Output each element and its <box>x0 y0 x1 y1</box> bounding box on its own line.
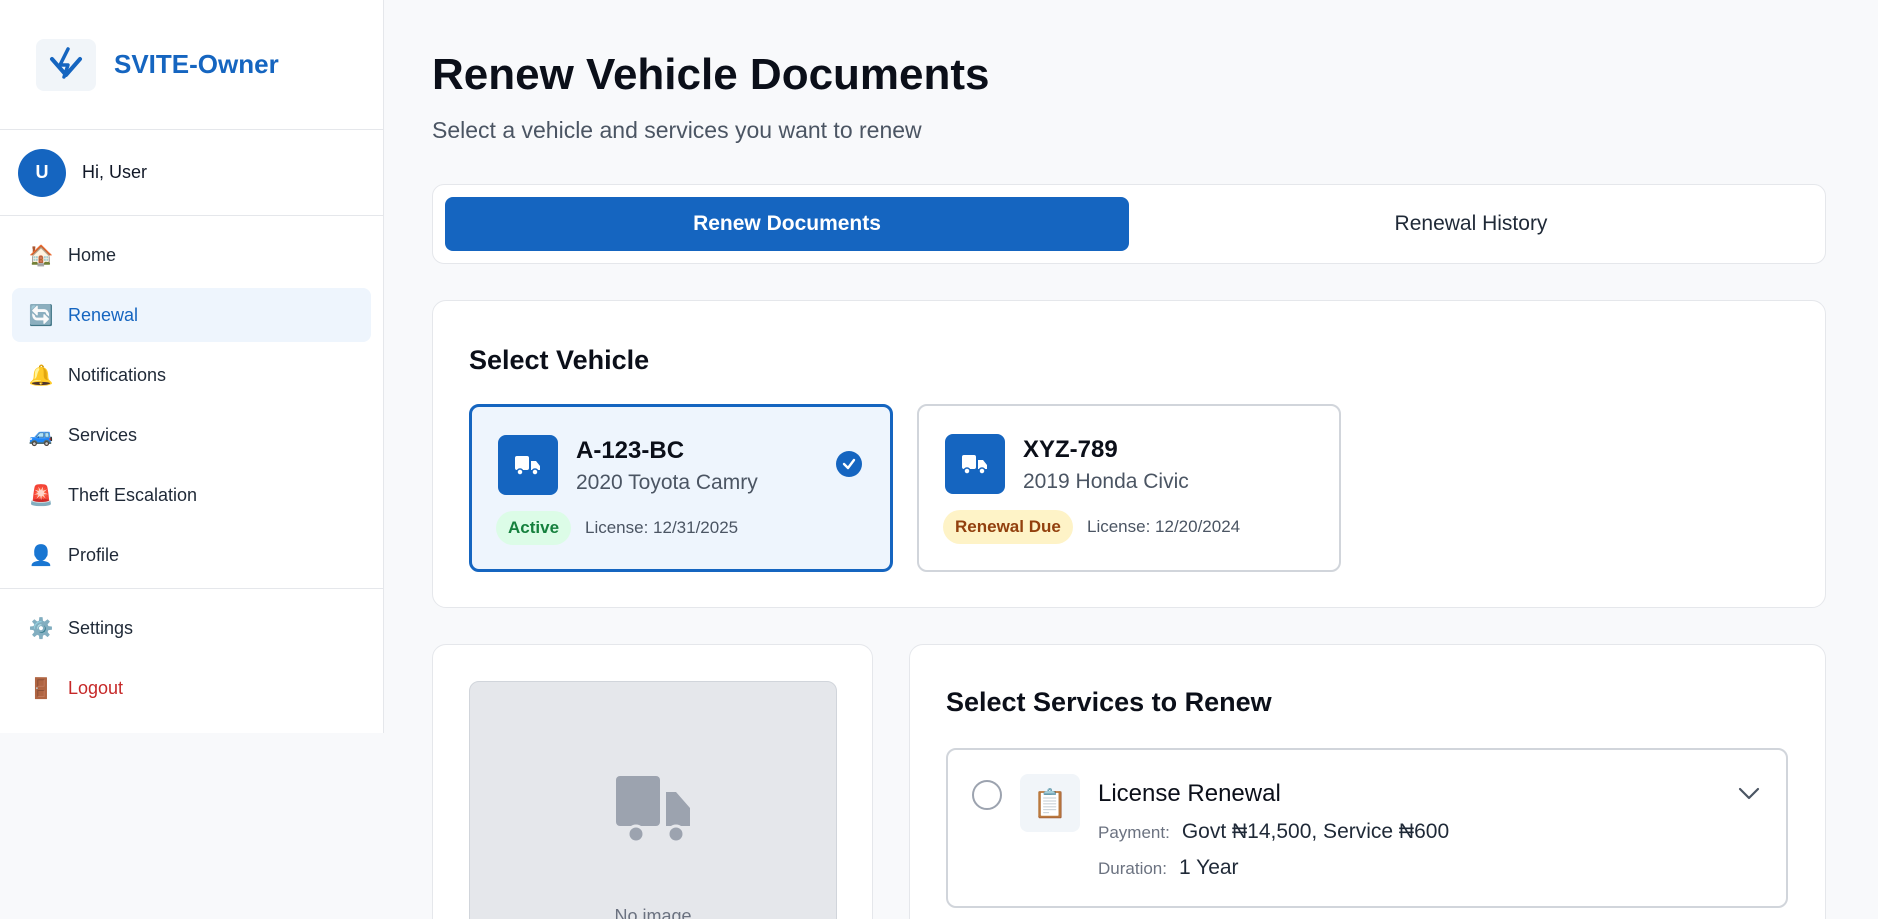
select-vehicle-heading: Select Vehicle <box>469 345 650 375</box>
car-icon: 🚙 <box>28 424 54 447</box>
sidebar-item-label: Theft Escalation <box>68 484 198 505</box>
user-greeting: Hi, User <box>82 162 148 182</box>
clipboard-icon: 📋 <box>1020 774 1080 832</box>
vehicle-plate: A-123-BC <box>576 437 685 464</box>
duration-label: Duration: <box>1098 859 1167 878</box>
license-expiry: License: 12/31/2025 <box>585 518 739 537</box>
vehicle-image-panel: No image <box>432 644 873 919</box>
sidebar-nav: 🏠 Home 🔄 Renewal 🔔 Notifications 🚙 Servi… <box>0 216 383 733</box>
check-icon <box>836 451 862 477</box>
tab-renew-documents[interactable]: Renew Documents <box>445 197 1129 251</box>
service-duration-row: Duration: 1 Year <box>1098 856 1239 880</box>
payment-label: Payment: <box>1098 823 1170 842</box>
license-expiry: License: 12/20/2024 <box>1087 517 1241 536</box>
service-radio[interactable] <box>972 780 1002 810</box>
brand-name: SVITE-Owner <box>114 49 279 79</box>
tab-renewal-history[interactable]: Renewal History <box>1129 197 1813 251</box>
sidebar-item-renewal[interactable]: 🔄 Renewal <box>12 288 371 342</box>
sidebar-item-label: Notifications <box>68 364 167 385</box>
status-badge: Active <box>496 511 572 545</box>
vehicle-model: 2020 Toyota Camry <box>576 471 758 494</box>
brand[interactable]: SVITE-Owner <box>0 0 383 130</box>
vehicle-model: 2019 Honda Civic <box>1023 470 1189 493</box>
vehicle-panel: Select Vehicle A-123-BC 2020 Toyota Camr… <box>432 300 1826 608</box>
brand-logo-icon <box>36 38 96 91</box>
select-services-heading: Select Services to Renew <box>946 687 1272 717</box>
service-card-license-renewal[interactable]: 📋 License Renewal Payment: Govt ₦14,500,… <box>946 748 1788 908</box>
door-icon: 🚪 <box>28 677 54 700</box>
payment-value: Govt ₦14,500, Service ₦600 <box>1181 820 1450 843</box>
status-badge: Renewal Due <box>943 510 1073 544</box>
vehicle-card-a-123-bc[interactable]: A-123-BC 2020 Toyota Camry Active Licens… <box>469 404 893 572</box>
tab-bar: Renew Documents Renewal History <box>432 184 1826 264</box>
user-greeting-row[interactable]: U Hi, User <box>0 130 383 216</box>
service-name: License Renewal <box>1098 780 1281 807</box>
truck-icon <box>614 774 694 849</box>
sidebar-item-profile[interactable]: 👤 Profile <box>12 528 371 582</box>
sidebar: SVITE-Owner U Hi, User 🏠 Home 🔄 Renewal … <box>0 0 384 733</box>
sidebar-item-label: Settings <box>68 617 134 638</box>
bell-icon: 🔔 <box>28 364 54 387</box>
sidebar-item-label: Logout <box>68 677 124 698</box>
renewal-icon: 🔄 <box>28 304 54 327</box>
nav-divider <box>0 588 383 589</box>
sidebar-item-label: Profile <box>68 544 120 565</box>
sidebar-item-theft-escalation[interactable]: 🚨 Theft Escalation <box>12 468 371 522</box>
no-image-text: No image <box>614 906 692 919</box>
siren-icon: 🚨 <box>28 484 54 507</box>
page-title: Renew Vehicle Documents <box>432 50 990 99</box>
sidebar-item-home[interactable]: 🏠 Home <box>12 228 371 282</box>
truck-icon <box>945 434 1005 494</box>
vehicle-card-xyz-789[interactable]: XYZ-789 2019 Honda Civic Renewal Due Lic… <box>917 404 1341 572</box>
sidebar-item-logout[interactable]: 🚪 Logout <box>12 661 371 715</box>
sidebar-item-settings[interactable]: ⚙️ Settings <box>12 601 371 655</box>
sidebar-item-label: Renewal <box>68 304 139 325</box>
service-payment-row: Payment: Govt ₦14,500, Service ₦600 <box>1098 820 1449 844</box>
vehicle-plate: XYZ-789 <box>1023 436 1118 463</box>
home-icon: 🏠 <box>28 244 54 267</box>
profile-icon: 👤 <box>28 544 54 567</box>
chevron-down-icon[interactable] <box>1736 780 1762 806</box>
page-subtitle: Select a vehicle and services you want t… <box>432 117 922 143</box>
services-panel: Select Services to Renew 📋 License Renew… <box>909 644 1826 919</box>
sidebar-item-label: Home <box>68 244 117 265</box>
truck-icon <box>498 435 558 495</box>
gear-icon: ⚙️ <box>28 617 54 640</box>
sidebar-item-label: Services <box>68 424 138 445</box>
avatar: U <box>18 148 66 197</box>
duration-value: 1 Year <box>1178 856 1239 879</box>
sidebar-item-notifications[interactable]: 🔔 Notifications <box>12 348 371 402</box>
vehicle-image-placeholder: No image <box>469 681 837 919</box>
sidebar-item-services[interactable]: 🚙 Services <box>12 408 371 462</box>
